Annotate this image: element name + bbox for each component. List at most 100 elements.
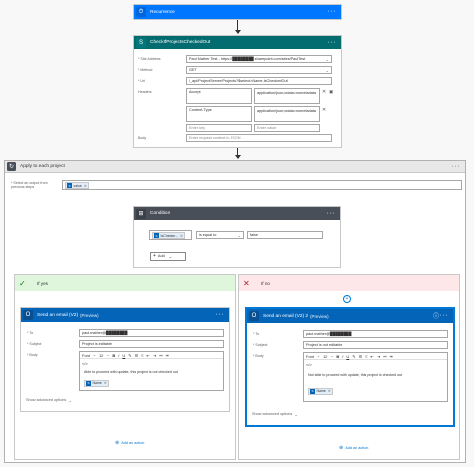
condition-card: ⊞ Condition ··· S IsChecke... ✕ is equal… bbox=[133, 206, 341, 268]
indent-increase-icon[interactable]: ⇥ bbox=[153, 352, 156, 359]
more-options-icon[interactable]: ··· bbox=[327, 210, 336, 217]
sharepoint-token-icon: S bbox=[67, 183, 72, 188]
name-token[interactable]: S Name ✕ bbox=[308, 388, 333, 395]
if-yes-label: If yes bbox=[37, 280, 48, 286]
loop-icon: ↻ bbox=[7, 162, 16, 171]
ischeckedout-token[interactable]: S IsChecke... ✕ bbox=[152, 232, 185, 239]
to-input[interactable]: paul.mather@████████ bbox=[79, 329, 224, 337]
info-icon[interactable]: ⓘ bbox=[433, 311, 439, 320]
recurrence-header[interactable]: ⏱ Recurrence ··· bbox=[134, 5, 341, 19]
remove-token-icon[interactable]: ✕ bbox=[328, 388, 331, 395]
uri-input[interactable]: /_api/ProjectServer/Projects?$select=Nam… bbox=[186, 77, 332, 85]
underline-icon[interactable]: U bbox=[346, 353, 349, 360]
connector-arrow-icon bbox=[234, 155, 241, 159]
condition-right-operand[interactable]: false bbox=[247, 231, 323, 239]
body-text: Able to proceed with update, this projec… bbox=[84, 370, 178, 374]
font-select[interactable]: Font bbox=[82, 352, 90, 359]
body-label: * Body bbox=[27, 353, 38, 357]
unlink-icon[interactable]: ⚮ bbox=[166, 352, 169, 359]
more-options-icon[interactable]: ··· bbox=[328, 39, 337, 46]
send-email-header[interactable]: O Send an email (V2) (Preview) ··· bbox=[21, 308, 229, 322]
add-action-icon: ⊕ bbox=[339, 445, 344, 451]
method-label: * Method bbox=[138, 68, 153, 72]
condition-operator-select[interactable]: is equal to ⌄ bbox=[196, 231, 244, 239]
checkmark-icon: ✓ bbox=[19, 278, 26, 288]
chevron-down-icon[interactable]: ⌄ bbox=[317, 353, 320, 360]
indent-increase-icon[interactable]: ⇥ bbox=[377, 353, 380, 360]
send-email-2-header[interactable]: O Send an email (V2) 2 (Preview) ⓘ ··· bbox=[247, 309, 453, 323]
indent-decrease-icon[interactable]: ⇤ bbox=[147, 352, 150, 359]
to-label: * To bbox=[27, 331, 34, 335]
body-input[interactable]: Enter request content in JSON bbox=[186, 134, 332, 142]
header-key-input[interactable]: Accept bbox=[186, 88, 252, 104]
body-editor[interactable]: Font ⌄ 12 ⌄ B I U ✎ ☰ ≡ ⇤ ⇥ ⚯ ⚮ </> Not … bbox=[303, 352, 448, 402]
remove-token-icon[interactable]: ✕ bbox=[104, 380, 107, 387]
header-value-input[interactable]: Enter value bbox=[254, 124, 320, 132]
condition-icon: ⊞ bbox=[136, 208, 146, 219]
header-value-input[interactable]: application/json;odata=nometadata bbox=[254, 106, 320, 122]
indent-decrease-icon[interactable]: ⇤ bbox=[371, 353, 374, 360]
link-icon[interactable]: ⚯ bbox=[159, 352, 162, 359]
condition-header[interactable]: ⊞ Condition ··· bbox=[134, 207, 340, 220]
switch-to-text-icon[interactable]: ▣ bbox=[329, 89, 333, 95]
apply-to-each-header[interactable]: ↻ Apply to each project ··· bbox=[5, 161, 465, 173]
site-address-select[interactable]: Paul Mather Test - https://████████.shar… bbox=[186, 55, 332, 63]
header-value-input[interactable]: application/json;odata=nometadata bbox=[254, 88, 320, 104]
numbered-list-icon[interactable]: ≡ bbox=[365, 353, 367, 360]
remove-token-icon[interactable]: ✕ bbox=[84, 183, 87, 189]
more-options-icon[interactable]: ··· bbox=[452, 163, 461, 170]
if-yes-branch: ✓ If yes O Send an email (V2) (Preview) … bbox=[14, 274, 236, 460]
pen-icon[interactable]: ✎ bbox=[128, 352, 131, 359]
add-an-action-button[interactable]: ⊕ Add an action bbox=[115, 440, 144, 446]
body-editor[interactable]: Font ⌄ 12 ⌄ B I U ✎ ☰ ≡ ⇤ ⇥ ⚯ ⚮ </> Able… bbox=[79, 351, 224, 391]
body-label: Body bbox=[138, 136, 147, 140]
add-an-action-button[interactable]: ⊕ Add an action bbox=[339, 445, 368, 451]
bold-icon[interactable]: B bbox=[112, 352, 115, 359]
italic-icon[interactable]: I bbox=[342, 353, 343, 360]
chevron-down-icon[interactable]: ⌄ bbox=[93, 352, 96, 359]
chevron-down-icon[interactable]: ⌄ bbox=[106, 352, 109, 359]
numbered-list-icon[interactable]: ≡ bbox=[141, 352, 143, 359]
show-advanced-options-link[interactable]: Show advanced options ⌄ bbox=[26, 398, 72, 403]
italic-icon[interactable]: I bbox=[118, 352, 119, 359]
header-key-input[interactable]: Content-Type bbox=[186, 106, 252, 122]
more-options-icon[interactable]: ··· bbox=[440, 312, 449, 319]
pen-icon[interactable]: ✎ bbox=[352, 353, 355, 360]
sharepoint-token-icon: S bbox=[154, 233, 159, 238]
header-key-input[interactable]: Enter key bbox=[186, 124, 252, 132]
delete-header-icon[interactable]: ✕ bbox=[322, 89, 326, 95]
bold-icon[interactable]: B bbox=[336, 353, 339, 360]
code-view-icon[interactable]: </> bbox=[306, 361, 312, 368]
unlink-icon[interactable]: ⚮ bbox=[390, 353, 393, 360]
code-view-icon[interactable]: </> bbox=[82, 360, 88, 367]
condition-title: Condition bbox=[150, 211, 171, 216]
remove-token-icon[interactable]: ✕ bbox=[180, 233, 183, 239]
condition-add-button[interactable]: + Add ⌄ bbox=[150, 252, 186, 261]
link-icon[interactable]: ⚯ bbox=[383, 353, 386, 360]
method-select[interactable]: GET ⌄ bbox=[186, 66, 332, 74]
underline-icon[interactable]: U bbox=[122, 352, 125, 359]
show-advanced-options-link[interactable]: Show advanced options ⌄ bbox=[252, 412, 298, 417]
subject-input[interactable]: Project is not editable bbox=[303, 341, 448, 349]
value-token[interactable]: S value ✕ bbox=[65, 182, 89, 189]
more-options-icon[interactable]: ··· bbox=[216, 311, 225, 318]
condition-left-operand[interactable]: S IsChecke... ✕ bbox=[149, 230, 192, 240]
font-select[interactable]: Font bbox=[306, 353, 314, 360]
recurrence-title: Recurrence bbox=[150, 9, 175, 15]
font-size-select[interactable]: 12 bbox=[323, 353, 327, 360]
http-action-title: CheckIfProjectsCheckedOut bbox=[150, 40, 211, 45]
insert-step-icon[interactable]: + bbox=[343, 295, 351, 303]
http-action-header[interactable]: S CheckIfProjectsCheckedOut ··· bbox=[134, 36, 341, 49]
to-input[interactable]: paul.mather@████████ bbox=[303, 330, 448, 338]
name-token[interactable]: S Name ✕ bbox=[84, 380, 109, 387]
bullet-list-icon[interactable]: ☰ bbox=[359, 353, 363, 360]
recurrence-trigger-card[interactable]: ⏱ Recurrence ··· bbox=[133, 4, 342, 20]
chevron-down-icon[interactable]: ⌄ bbox=[330, 353, 333, 360]
font-size-select[interactable]: 12 bbox=[99, 352, 103, 359]
subject-input[interactable]: Project is editable bbox=[79, 340, 224, 348]
more-options-icon[interactable]: ··· bbox=[328, 8, 337, 15]
delete-header-icon[interactable]: ✕ bbox=[322, 107, 326, 113]
chevron-down-icon: ⌄ bbox=[294, 413, 298, 417]
select-output-input[interactable]: S value ✕ bbox=[62, 180, 462, 190]
bullet-list-icon[interactable]: ☰ bbox=[135, 352, 139, 359]
